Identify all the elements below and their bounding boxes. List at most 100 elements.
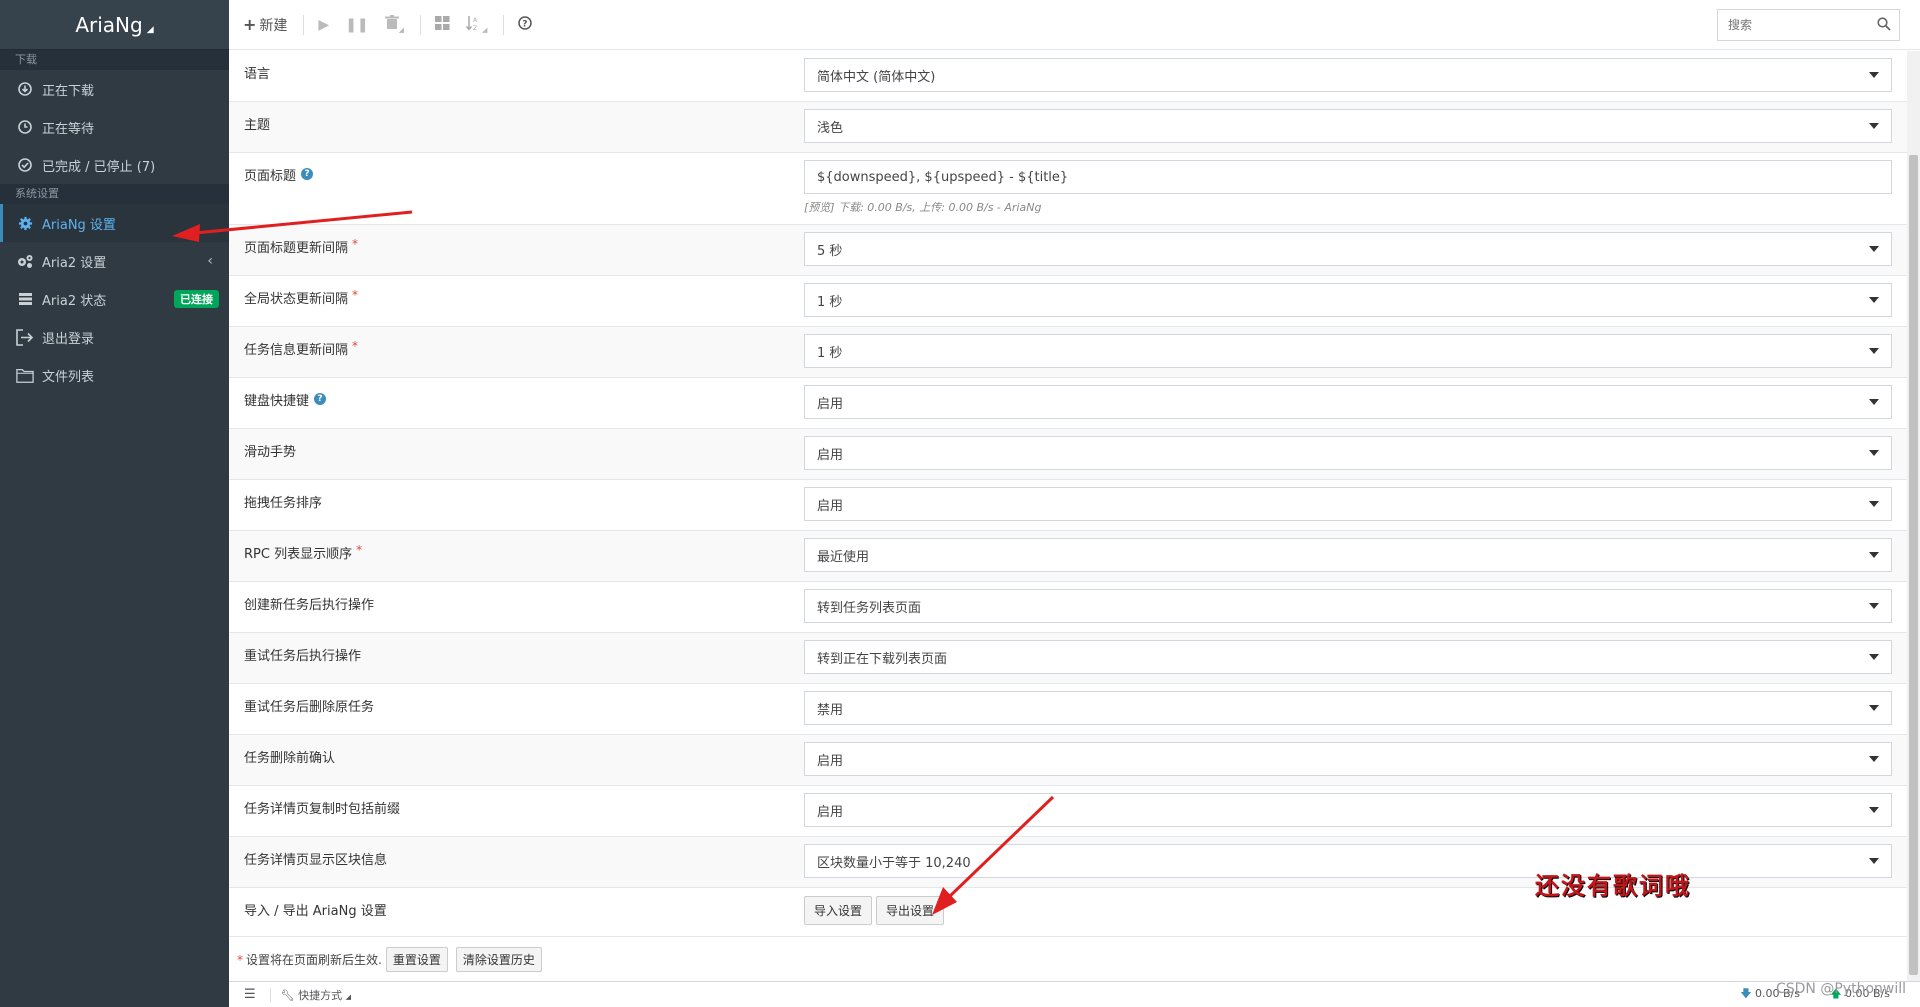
- setting-select[interactable]: 启用: [804, 385, 1892, 419]
- setting-select[interactable]: 浅色: [804, 109, 1892, 143]
- setting-label: 页面标题更新间隔 *: [229, 225, 804, 275]
- setting-label: 全局状态更新间隔 *: [229, 276, 804, 326]
- setting-select[interactable]: 启用: [804, 436, 1892, 470]
- sidebar-item-file-list[interactable]: 文件列表: [0, 356, 229, 394]
- setting-select[interactable]: 最近使用: [804, 538, 1892, 572]
- search-input[interactable]: [1728, 18, 1868, 32]
- caret-down-icon: [1869, 705, 1879, 711]
- setting-value: 转到正在下载列表页面: [804, 633, 1907, 683]
- setting-row: 主题 浅色: [229, 102, 1907, 153]
- clock-icon: [16, 118, 34, 136]
- setting-select[interactable]: 1 秒: [804, 283, 1892, 317]
- select-value: 5 秒: [817, 243, 843, 259]
- delete-button[interactable]: ◢: [384, 15, 404, 34]
- section-header-settings: 系统设置: [0, 184, 229, 204]
- scrollbar-thumb[interactable]: [1909, 155, 1918, 975]
- sidebar: AriaNg ◢ 下载 正在下载 正在等待 已完成 / 已停止 (7) 系统设置 …: [0, 0, 229, 1007]
- sidebar-item-aria2-settings[interactable]: Aria2 设置 ‹: [0, 242, 229, 280]
- sidebar-item-aria2-status[interactable]: Aria2 状态 已连接: [0, 280, 229, 318]
- setting-value: 导入设置 导出设置: [804, 888, 1907, 936]
- setting-row: RPC 列表显示顺序 * 最近使用: [229, 531, 1907, 582]
- setting-row: 任务详情页复制时包括前缀 启用: [229, 786, 1907, 837]
- sidebar-item-label: Aria2 设置: [42, 255, 107, 271]
- setting-label-text: RPC 列表显示顺序: [244, 547, 353, 562]
- setting-value: 简体中文 (简体中文): [804, 51, 1907, 101]
- setting-value: 禁用: [804, 684, 1907, 734]
- caret-down-icon: [1869, 552, 1879, 558]
- new-task-button[interactable]: + 新建: [243, 15, 287, 35]
- setting-label-text: 键盘快捷键: [244, 394, 310, 409]
- setting-select[interactable]: 启用: [804, 793, 1892, 827]
- help-button[interactable]: ?: [518, 15, 533, 34]
- caret-down-icon: [1869, 450, 1879, 456]
- sidebar-item-downloading[interactable]: 正在下载: [0, 70, 229, 108]
- select-value: 浅色: [817, 120, 844, 136]
- app-logo[interactable]: AriaNg ◢: [0, 0, 229, 50]
- caret-down-icon: [1869, 399, 1879, 405]
- page-title-input[interactable]: ${downspeed}, ${upspeed} - ${title}: [804, 160, 1892, 194]
- setting-select[interactable]: 1 秒: [804, 334, 1892, 368]
- sidebar-item-label: 正在下载: [42, 83, 95, 99]
- export-settings-button[interactable]: 导出设置: [876, 896, 945, 925]
- sidebar-item-stopped[interactable]: 已完成 / 已停止 (7): [0, 146, 229, 184]
- caret-icon: ◢: [345, 992, 352, 1001]
- sort-button[interactable]: A Z ◢: [465, 15, 487, 35]
- wrench-icon: 🔧︎: [280, 988, 295, 1002]
- import-settings-button[interactable]: 导入设置: [804, 896, 873, 925]
- gear-icon: [16, 214, 34, 232]
- setting-label-text: 拖拽任务排序: [244, 496, 323, 511]
- watermark: CSDN @Pythonwill: [1775, 981, 1906, 997]
- setting-select[interactable]: 启用: [804, 742, 1892, 776]
- setting-select[interactable]: 区块数量小于等于 10,240: [804, 844, 1892, 878]
- setting-row: 拖拽任务排序 启用: [229, 480, 1907, 531]
- setting-select[interactable]: 5 秒: [804, 232, 1892, 266]
- select-value: 1 秒: [817, 345, 843, 361]
- setting-label-text: 重试任务后执行操作: [244, 649, 362, 664]
- reset-settings-button[interactable]: 重置设置: [385, 947, 448, 972]
- help-icon[interactable]: ?: [314, 393, 327, 405]
- setting-label-text: 全局状态更新间隔: [244, 292, 349, 307]
- setting-select[interactable]: 转到正在下载列表页面: [804, 640, 1892, 674]
- preview-hint: [预览] 下载: 0.00 B/s, 上传: 0.00 B/s - AriaNg: [804, 201, 1042, 214]
- setting-row: 任务信息更新间隔 * 1 秒: [229, 327, 1907, 378]
- setting-select[interactable]: 启用: [804, 487, 1892, 521]
- select-all-button[interactable]: [435, 15, 450, 34]
- help-icon[interactable]: ?: [301, 168, 314, 180]
- sidebar-item-label: 已完成 / 已停止 (7): [42, 159, 156, 175]
- shortcut-menu[interactable]: 🔧︎ 快捷方式 ◢: [281, 987, 351, 1003]
- setting-select[interactable]: 转到任务列表页面: [804, 589, 1892, 623]
- scrollbar[interactable]: [1907, 51, 1920, 981]
- start-button[interactable]: ▶: [318, 17, 329, 33]
- sidebar-item-logout[interactable]: 退出登录: [0, 318, 229, 356]
- setting-label-text: 任务详情页显示区块信息: [244, 853, 388, 868]
- chevron-left-icon[interactable]: ‹: [207, 253, 213, 269]
- setting-value: 启用: [804, 480, 1907, 530]
- arrow-down-icon: 🡇: [1740, 987, 1752, 1000]
- caret-down-icon: [1869, 603, 1879, 609]
- menu-icon[interactable]: ☰: [244, 987, 256, 1002]
- setting-value: 启用: [804, 786, 1907, 836]
- caret-down-icon: [1869, 246, 1879, 252]
- setting-value: 5 秒: [804, 225, 1907, 275]
- svg-text:?: ?: [523, 19, 528, 29]
- setting-row: 页面标题? ${downspeed}, ${upspeed} - ${title}…: [229, 153, 1907, 225]
- setting-label-text: 语言: [244, 67, 271, 82]
- sidebar-item-ariang-settings[interactable]: AriaNg 设置: [0, 204, 229, 242]
- clear-history-button[interactable]: 清除设置历史: [455, 947, 542, 972]
- setting-label: 任务信息更新间隔 *: [229, 327, 804, 377]
- setting-row: 创建新任务后执行操作 转到任务列表页面: [229, 582, 1907, 633]
- shortcut-label: 快捷方式: [298, 988, 343, 1002]
- required-star: *: [352, 237, 359, 251]
- setting-select[interactable]: 禁用: [804, 691, 1892, 725]
- caret-down-icon: [1869, 348, 1879, 354]
- new-task-label: 新建: [259, 17, 288, 34]
- search-icon[interactable]: [1877, 17, 1891, 34]
- sort-icon: AZ: [465, 15, 482, 35]
- pause-button[interactable]: ❚❚: [345, 17, 368, 33]
- setting-label: 主题: [229, 102, 804, 152]
- setting-select[interactable]: 简体中文 (简体中文): [804, 58, 1892, 92]
- search-box: [1717, 9, 1900, 41]
- required-star: *: [352, 339, 359, 353]
- setting-value: 最近使用: [804, 531, 1907, 581]
- sidebar-item-waiting[interactable]: 正在等待: [0, 108, 229, 146]
